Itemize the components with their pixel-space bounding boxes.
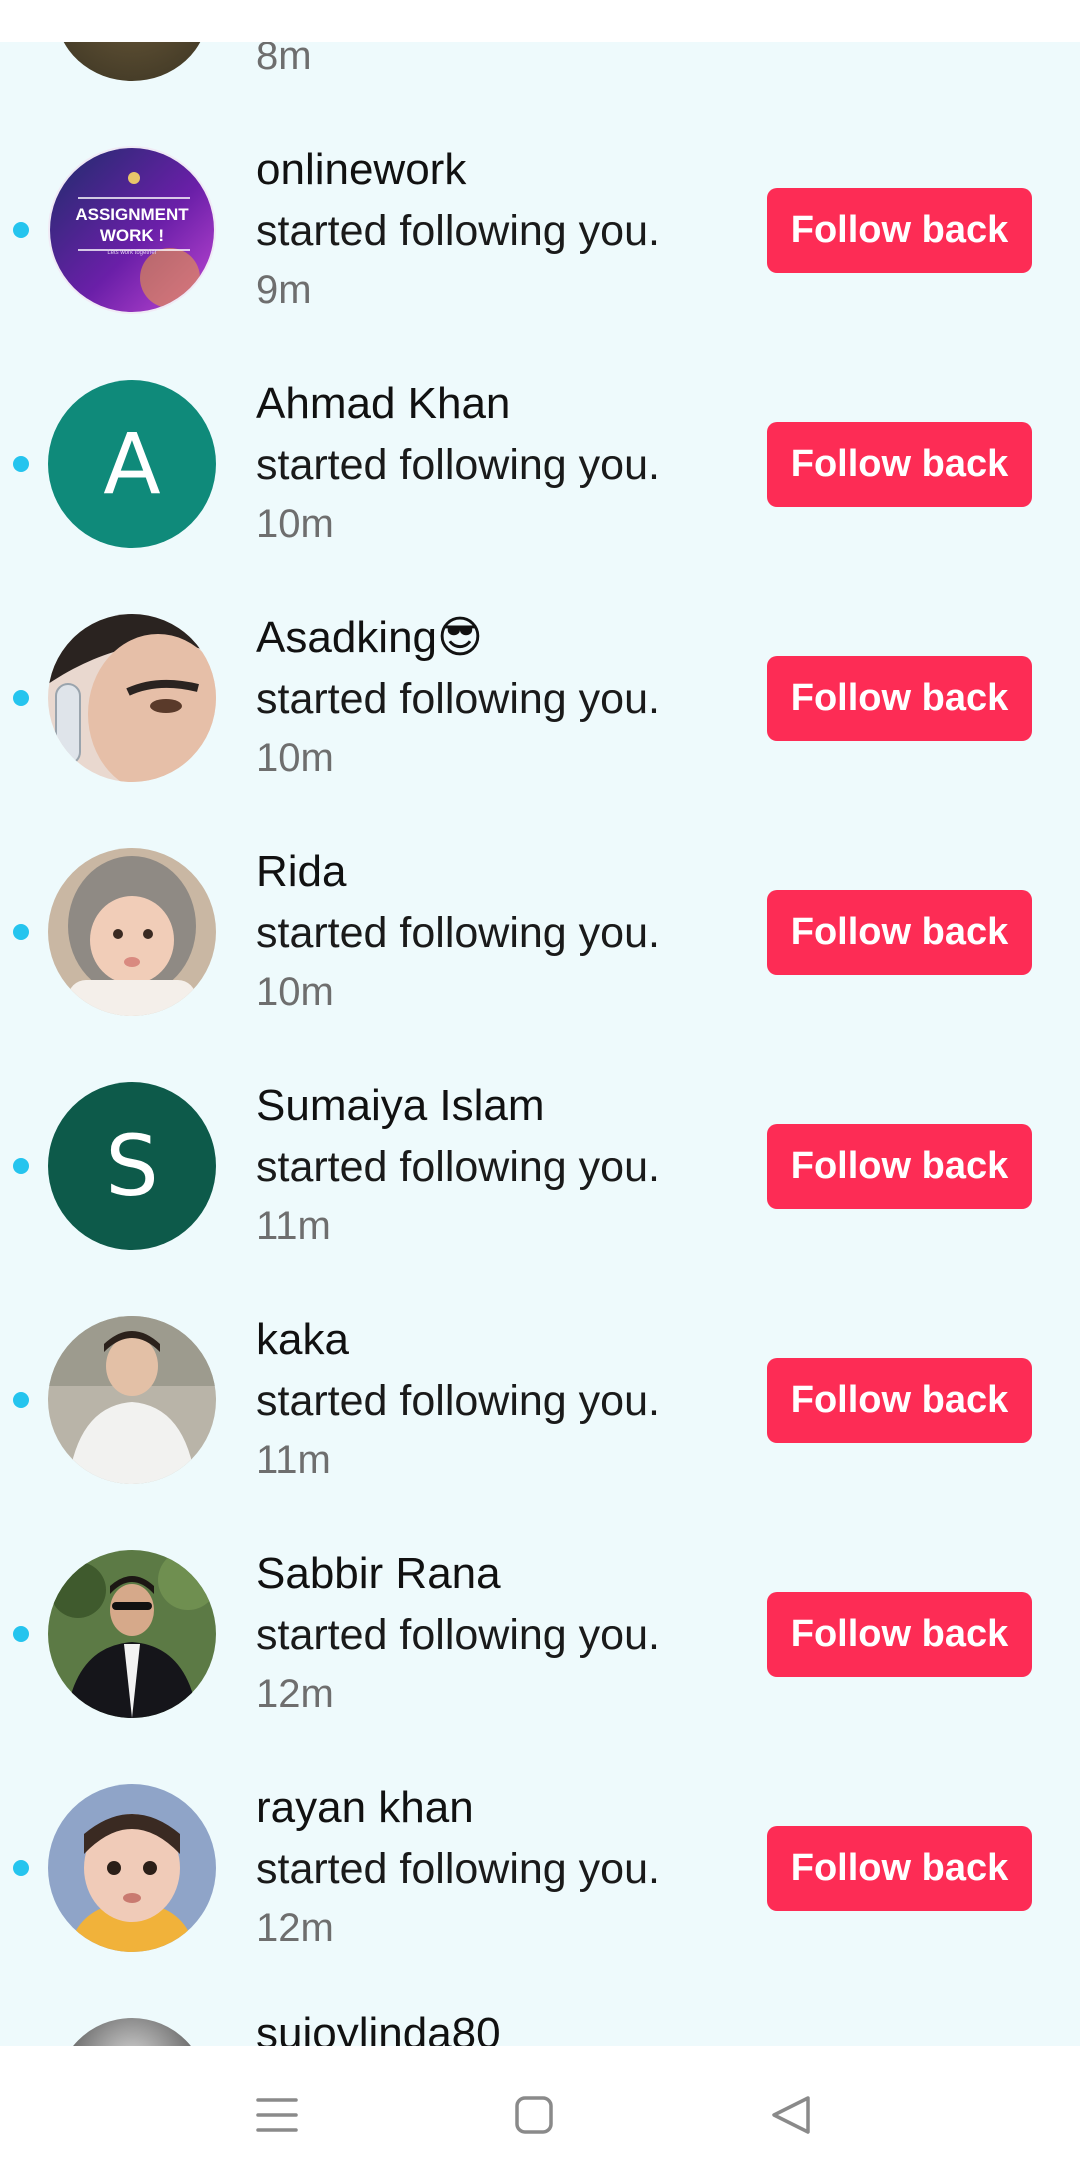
username[interactable]: sujoylinda80 [256,2004,501,2046]
notification-row[interactable]: ASSIGNMENT WORK ! Lets work together onl… [0,145,1080,380]
follow-back-button[interactable]: Follow back [767,1592,1032,1677]
avatar-letter: S [105,1117,159,1215]
avatar[interactable]: ASSIGNMENT WORK ! Lets work together [48,146,216,314]
sunglasses-emoji-icon: 😎 [437,612,483,663]
username[interactable]: onlinework [256,140,756,200]
notification-list[interactable]: 8m ASSIGNMENT WORK ! Lets work together … [0,42,1080,2046]
profile-photo-icon [48,614,216,782]
avatar[interactable]: S [48,1082,216,1250]
avatar[interactable] [48,1316,216,1484]
notification-action: started following you. [256,675,660,723]
notification-action: started following you. [256,1845,660,1893]
follow-back-button[interactable]: Follow back [767,422,1032,507]
unread-dot [13,1158,29,1174]
notification-row[interactable]: kaka started following you. 11m Follow b… [0,1315,1080,1550]
notification-row[interactable]: S Sumaiya Islam started following you. 1… [0,1081,1080,1316]
notification-action: started following you. [256,1377,660,1425]
menu-icon[interactable] [232,2070,322,2160]
notification-time: 8m [256,42,312,78]
username[interactable]: Rida [256,842,756,902]
unread-dot [13,456,29,472]
avatar[interactable]: A [48,380,216,548]
notification-time: 10m [256,502,334,546]
follow-back-button[interactable]: Follow back [767,1826,1032,1911]
notification-time: 12m [256,1906,334,1950]
avatar-letter: A [103,415,161,513]
follow-back-button[interactable]: Follow back [767,1124,1032,1209]
notification-action: started following you. [256,1611,660,1659]
notification-row[interactable]: Sabbir Rana started following you. 12m F… [0,1549,1080,1784]
home-square-icon[interactable] [489,2070,579,2160]
back-triangle-icon[interactable] [746,2070,836,2160]
notification-time: 11m [256,1438,331,1482]
partial-avatar-top[interactable] [56,42,208,81]
unread-dot [13,1392,29,1408]
profile-photo-icon [48,1784,216,1952]
follow-back-button[interactable]: Follow back [767,1358,1032,1443]
top-strip [0,0,1080,42]
notification-time: 10m [256,736,334,780]
follow-back-button[interactable]: Follow back [767,656,1032,741]
unread-dot [13,690,29,706]
avatar-text: ASSIGNMENT WORK ! Lets work together [75,205,189,256]
notification-row[interactable]: rayan khan started following you. 12m Fo… [0,1783,1080,2018]
notification-time: 9m [256,268,312,312]
notification-action: started following you. [256,909,660,957]
system-nav-bar [0,2046,1080,2179]
username[interactable]: Ahmad Khan [256,374,756,434]
username[interactable]: Sumaiya Islam [256,1076,756,1136]
notification-time: 12m [256,1672,334,1716]
notification-action: started following you. [256,441,660,489]
notification-time: 10m [256,970,334,1014]
notification-row[interactable]: Rida started following you. 10m Follow b… [0,847,1080,1082]
unread-dot [13,1860,29,1876]
notification-time: 11m [256,1204,331,1248]
avatar[interactable] [48,1784,216,1952]
username[interactable]: rayan khan [256,1778,756,1838]
username[interactable]: Sabbir Rana [256,1544,756,1604]
follow-back-button[interactable]: Follow back [767,188,1032,273]
profile-photo-icon [48,848,216,1016]
follow-back-button[interactable]: Follow back [767,890,1032,975]
profile-photo-icon [48,1316,216,1484]
unread-dot [13,924,29,940]
notification-action: started following you. [256,207,660,255]
unread-dot [13,222,29,238]
notification-row[interactable]: Asadking😎 started following you. 10m Fol… [0,612,1080,848]
avatar[interactable] [48,848,216,1016]
avatar[interactable] [48,614,216,782]
avatar[interactable] [48,1550,216,1718]
unread-dot [13,1626,29,1642]
profile-photo-icon [48,1550,216,1718]
notification-row[interactable]: A Ahmad Khan started following you. 10m … [0,379,1080,614]
partial-avatar-bottom[interactable] [56,2018,208,2046]
username[interactable]: kaka [256,1310,756,1370]
notification-action: started following you. [256,1143,660,1191]
username[interactable]: Asadking😎 [256,608,756,668]
